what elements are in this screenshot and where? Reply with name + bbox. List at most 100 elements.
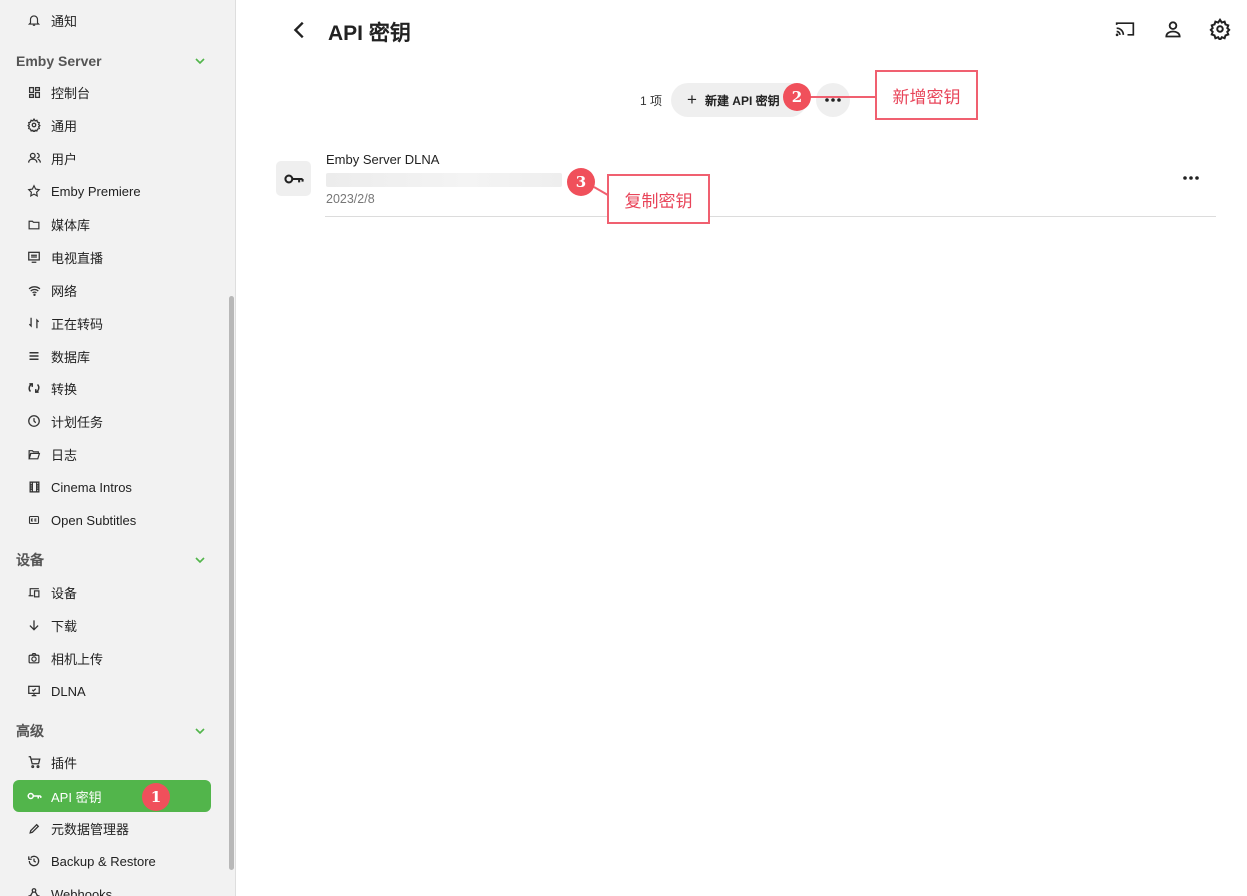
- sidebar-item-label: 通知: [51, 13, 78, 29]
- closed-caption-icon: [26, 512, 42, 528]
- transcode-icon: [26, 315, 42, 331]
- annotation-badge-1: 1: [142, 783, 170, 811]
- gear-icon: [26, 117, 42, 133]
- sidebar-item-transcoding[interactable]: 正在转码: [14, 308, 210, 338]
- sidebar-item-label: 通用: [51, 118, 78, 134]
- api-key-name: Emby Server DLNA: [326, 152, 440, 167]
- key-icon: [26, 788, 42, 804]
- sidebar-item-devices[interactable]: 设备: [14, 577, 210, 607]
- api-key-value[interactable]: [326, 173, 562, 187]
- sidebar-item-label: 插件: [51, 755, 78, 771]
- sidebar-item-database[interactable]: 数据库: [14, 341, 210, 371]
- section-emby-server[interactable]: Emby Server: [16, 49, 212, 73]
- sidebar-item-scheduled-tasks[interactable]: 计划任务: [14, 406, 210, 436]
- tv-icon: [26, 249, 42, 265]
- sidebar-item-api-keys[interactable]: API 密钥: [13, 780, 211, 812]
- settings-button[interactable]: [1208, 17, 1232, 41]
- sidebar-item-backup-restore[interactable]: Backup & Restore: [14, 846, 210, 876]
- section-advanced[interactable]: 高级: [16, 719, 212, 743]
- more-options-button[interactable]: [816, 83, 850, 117]
- list-icon: [26, 348, 42, 364]
- dlna-icon: [26, 683, 42, 699]
- section-title: 高级: [16, 723, 44, 739]
- sidebar-item-label: 相机上传: [51, 651, 104, 667]
- bell-icon: [26, 12, 42, 28]
- sidebar-scrollbar[interactable]: [229, 296, 234, 870]
- row-more-button[interactable]: [1178, 166, 1204, 190]
- sidebar-item-label: Open Subtitles: [51, 512, 137, 528]
- sidebar-item-downloads[interactable]: 下载: [14, 610, 210, 640]
- pencil-icon: [26, 820, 42, 836]
- sidebar-item-logs[interactable]: 日志: [14, 439, 210, 469]
- webhook-icon: [26, 886, 42, 896]
- sidebar-item-network[interactable]: 网络: [14, 275, 210, 305]
- user-button[interactable]: [1161, 17, 1185, 41]
- annotation-connector-2: [810, 96, 876, 98]
- sidebar-item-cinema-intros[interactable]: Cinema Intros: [14, 472, 210, 502]
- back-button[interactable]: [286, 16, 314, 44]
- sidebar-item-open-subtitles[interactable]: Open Subtitles: [14, 505, 210, 535]
- sidebar-item-livetv[interactable]: 电视直播: [14, 242, 210, 272]
- sidebar-item-label: API 密钥: [51, 789, 102, 805]
- person-icon: [1165, 21, 1181, 38]
- sidebar-item-label: DLNA: [51, 683, 86, 699]
- folder-icon: [26, 216, 42, 232]
- more-horizontal-icon: [1183, 176, 1199, 180]
- row-divider: [325, 216, 1216, 217]
- chevron-down-icon: [192, 53, 208, 69]
- annotation-badge-3: 3: [567, 168, 595, 196]
- sidebar-item-metadata-manager[interactable]: 元数据管理器: [14, 813, 210, 843]
- gear-icon: [1209, 18, 1231, 40]
- arrow-left-icon: [293, 21, 304, 39]
- sidebar-item-label: 设备: [51, 585, 78, 601]
- sidebar-item-label: 用户: [51, 151, 78, 167]
- cart-icon: [26, 754, 42, 770]
- camera-icon: [26, 650, 42, 666]
- sidebar-item-label: 数据库: [51, 349, 91, 365]
- dashboard-icon: [26, 84, 42, 100]
- sidebar-item-label: 日志: [51, 447, 78, 463]
- sidebar-item-notifications[interactable]: 通知: [14, 5, 210, 35]
- wifi-icon: [26, 282, 42, 298]
- sidebar-item-label: 转换: [51, 381, 78, 397]
- annotation-badge-2: 2: [783, 83, 811, 111]
- api-key-row[interactable]: Emby Server DLNA 2023/2/8: [276, 144, 1216, 217]
- sidebar-item-label: Cinema Intros: [51, 479, 132, 495]
- sidebar-item-dashboard[interactable]: 控制台: [14, 77, 210, 107]
- sidebar-item-library[interactable]: 媒体库: [14, 209, 210, 239]
- key-icon: [276, 161, 311, 196]
- clock-icon: [26, 413, 42, 429]
- sidebar-item-dlna[interactable]: DLNA: [14, 676, 210, 706]
- page-title: API 密钥: [328, 22, 411, 45]
- sync-icon: [26, 380, 42, 396]
- sidebar-item-label: 下载: [51, 618, 78, 634]
- sidebar-item-camera-upload[interactable]: 相机上传: [14, 643, 210, 673]
- annotation-callout-2: 新增密钥: [875, 70, 978, 120]
- sidebar-item-label: Emby Premiere: [51, 183, 141, 199]
- plus-icon: +: [687, 90, 697, 109]
- item-count: 1 项: [640, 94, 663, 108]
- sidebar-item-webhooks[interactable]: Webhooks: [14, 879, 210, 896]
- sidebar-item-plugins[interactable]: 插件: [14, 747, 210, 777]
- sidebar-item-label: 媒体库: [51, 217, 91, 233]
- chevron-down-icon: [192, 552, 208, 568]
- sidebar-item-premiere[interactable]: Emby Premiere: [14, 176, 210, 206]
- sidebar-item-conversions[interactable]: 转换: [14, 373, 210, 403]
- annotation-callout-3: 复制密钥: [607, 174, 710, 224]
- sidebar-item-label: 计划任务: [51, 414, 104, 430]
- sidebar-item-label: 网络: [51, 283, 78, 299]
- more-horizontal-icon: [825, 98, 841, 102]
- sidebar-item-general[interactable]: 通用: [14, 110, 210, 140]
- devices-icon: [26, 584, 42, 600]
- section-title: Emby Server: [16, 53, 102, 69]
- sidebar-item-label: 元数据管理器: [51, 821, 130, 837]
- history-icon: [26, 853, 42, 869]
- sidebar-item-label: Webhooks: [51, 886, 113, 896]
- section-devices[interactable]: 设备: [16, 548, 212, 572]
- star-icon: [26, 183, 42, 199]
- folder-open-icon: [26, 446, 42, 462]
- sidebar-item-users[interactable]: 用户: [14, 143, 210, 173]
- cast-button[interactable]: [1113, 17, 1137, 41]
- arrow-down-icon: [26, 617, 42, 633]
- sidebar-item-label: Backup & Restore: [51, 853, 156, 869]
